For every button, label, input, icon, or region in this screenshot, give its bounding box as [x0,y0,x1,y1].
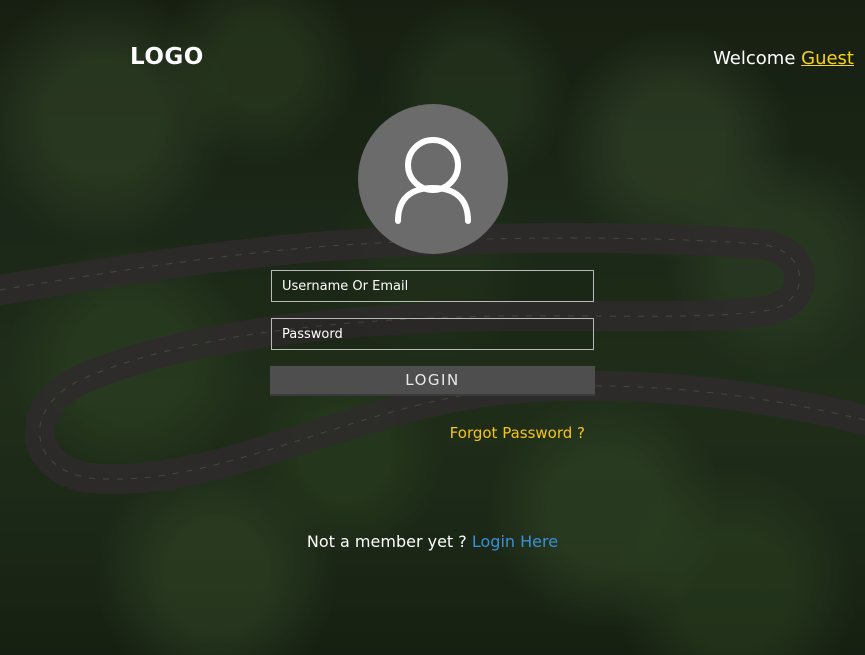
forgot-password-link[interactable]: Forgot Password ? [450,424,585,442]
login-here-link[interactable]: Login Here [472,532,558,551]
password-input[interactable] [271,318,594,350]
site-logo[interactable]: LOGO [130,44,204,70]
welcome-label: Welcome [713,48,802,69]
avatar [358,104,508,254]
welcome-message: Welcome Guest [713,48,854,69]
username-input[interactable] [271,270,594,302]
member-text: Not a member yet ? [306,532,472,551]
signup-prompt: Not a member yet ? Login Here [0,532,865,551]
login-button[interactable]: LOGIN [270,366,595,396]
guest-link[interactable]: Guest [801,48,854,69]
user-icon [395,137,471,224]
